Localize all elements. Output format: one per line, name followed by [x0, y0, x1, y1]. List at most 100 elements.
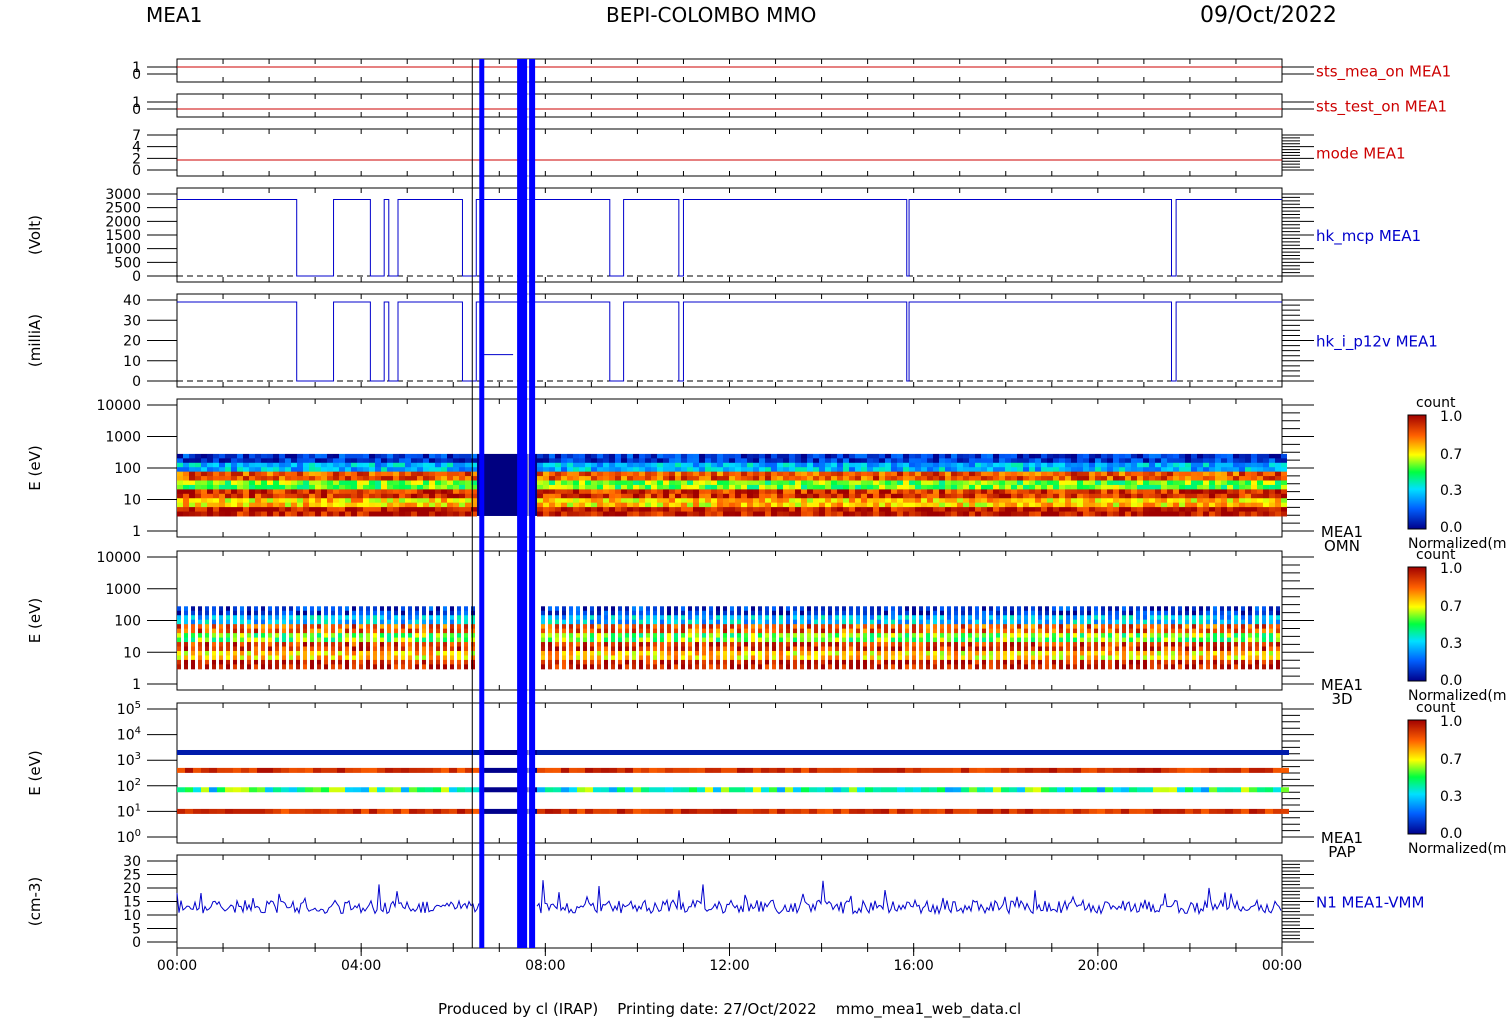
spectrogram-cell — [393, 484, 399, 490]
spectrogram-cell — [255, 467, 261, 473]
spectrogram-cell — [667, 655, 671, 661]
spectrogram-cell — [996, 650, 1000, 656]
spectrogram-cell — [716, 628, 720, 634]
spectrogram-cell — [939, 498, 945, 504]
spectrogram-cell — [205, 628, 209, 634]
spectrogram-cell — [735, 462, 741, 468]
spectrogram-cell — [415, 646, 419, 652]
spectrogram-cell — [807, 619, 811, 625]
spectrogram-cell — [387, 507, 393, 513]
spectrogram-cell — [537, 511, 543, 517]
spectrogram-cell — [625, 650, 629, 656]
spectrogram-cell — [380, 610, 384, 616]
spectrogram-cell — [1053, 489, 1059, 495]
spectrogram-cell — [1101, 610, 1105, 616]
spectrogram-cell — [471, 633, 475, 639]
spectrogram-cell — [1053, 476, 1059, 482]
spectrogram-cell — [1143, 511, 1149, 517]
spectrogram-cell — [267, 462, 273, 468]
spectrogram-cell — [663, 453, 669, 459]
spectrogram-cell — [667, 650, 671, 656]
spectrogram-cell — [1113, 453, 1119, 459]
spectrogram-cell — [793, 646, 797, 652]
spectrogram-cell — [507, 453, 513, 516]
spectrogram-cell — [394, 619, 398, 625]
spectrogram-cell — [357, 511, 363, 517]
spectrogram-cell — [753, 467, 759, 473]
spectrogram-cell — [1077, 476, 1083, 482]
spectrogram-cell — [814, 650, 818, 656]
spectrogram-cell — [1221, 484, 1227, 490]
spectrogram-cell — [1024, 637, 1028, 643]
spectrogram-cell — [849, 633, 853, 639]
spectrogram-cell — [240, 646, 244, 652]
spectrogram-cell — [1221, 502, 1227, 508]
spectrogram-cell — [1137, 462, 1143, 468]
spectrogram-cell — [237, 453, 243, 459]
spectrogram-cell — [919, 624, 923, 630]
spectrogram-cell — [1083, 453, 1089, 459]
spectrogram-cell — [999, 458, 1005, 464]
spectrogram-cell — [688, 659, 692, 665]
spectrogram-cell — [464, 606, 468, 612]
spectrogram-cell — [450, 624, 454, 630]
spectrogram-cell — [702, 628, 706, 634]
spectrogram-cell — [999, 467, 1005, 473]
spectrogram-cell — [681, 659, 685, 665]
spectrogram-cell — [729, 484, 735, 490]
spectrogram-cell — [1005, 511, 1011, 517]
spectrogram-cell — [1275, 476, 1281, 482]
spectrogram-cell — [1239, 476, 1245, 482]
spectrogram-cell — [275, 624, 279, 630]
spectrogram-cell — [465, 507, 471, 513]
spectrogram-cell — [705, 507, 711, 513]
spectrogram-cell — [800, 610, 804, 616]
spectrogram-cell — [723, 511, 729, 517]
spectrogram-cell — [585, 458, 591, 464]
spectrogram-cell — [321, 502, 327, 508]
spectrogram-cell — [947, 610, 951, 616]
spectrogram-cell — [674, 633, 678, 639]
spectrogram-cell — [387, 498, 393, 504]
spectrogram-cell — [1215, 476, 1221, 482]
spectrogram-cell — [255, 489, 261, 495]
spectrogram-cell — [1179, 502, 1185, 508]
spectrogram-cell — [339, 458, 345, 464]
hk-trace — [177, 301, 1282, 382]
spectrogram-cell — [243, 462, 249, 468]
spectrogram-cell — [996, 619, 1000, 625]
spectrogram-cell — [891, 655, 895, 661]
spectrogram-cell — [1122, 659, 1126, 665]
spectrogram-cell — [435, 502, 441, 508]
spectrogram-cell — [1203, 511, 1209, 517]
spectrogram-cell — [927, 458, 933, 464]
spectrogram-cell — [653, 624, 657, 630]
spectrogram-cell — [450, 628, 454, 634]
spectrogram-cell — [957, 507, 963, 513]
spectrogram-cell — [709, 659, 713, 665]
spectrogram-cell — [982, 650, 986, 656]
spectrogram-cell — [261, 498, 267, 504]
spectrogram-cell — [793, 650, 797, 656]
spectrogram-cell — [243, 498, 249, 504]
spectrogram-cell — [695, 637, 699, 643]
spectrogram-cell — [1094, 615, 1098, 621]
spectrogram-cell — [189, 467, 195, 473]
spectrogram-cell — [927, 502, 933, 508]
spectrogram-cell — [1077, 511, 1083, 517]
spectrogram-cell — [795, 467, 801, 473]
spectrogram-cell — [363, 467, 369, 473]
spectrogram-cell — [555, 619, 559, 625]
spectrogram-cell — [435, 471, 441, 477]
spectrogram-cell — [1073, 624, 1077, 630]
spectrogram-cell — [249, 493, 255, 499]
spectrogram-cell — [884, 642, 888, 648]
spectrogram-cell — [573, 467, 579, 473]
spectrogram-cell — [981, 476, 987, 482]
spectrogram-cell — [954, 655, 958, 661]
spectrogram-cell — [1108, 628, 1112, 634]
spectrogram-cell — [627, 476, 633, 482]
spectrogram-cell — [1149, 507, 1155, 513]
spectrogram-cell — [405, 453, 411, 459]
spectrogram-cell — [226, 610, 230, 616]
